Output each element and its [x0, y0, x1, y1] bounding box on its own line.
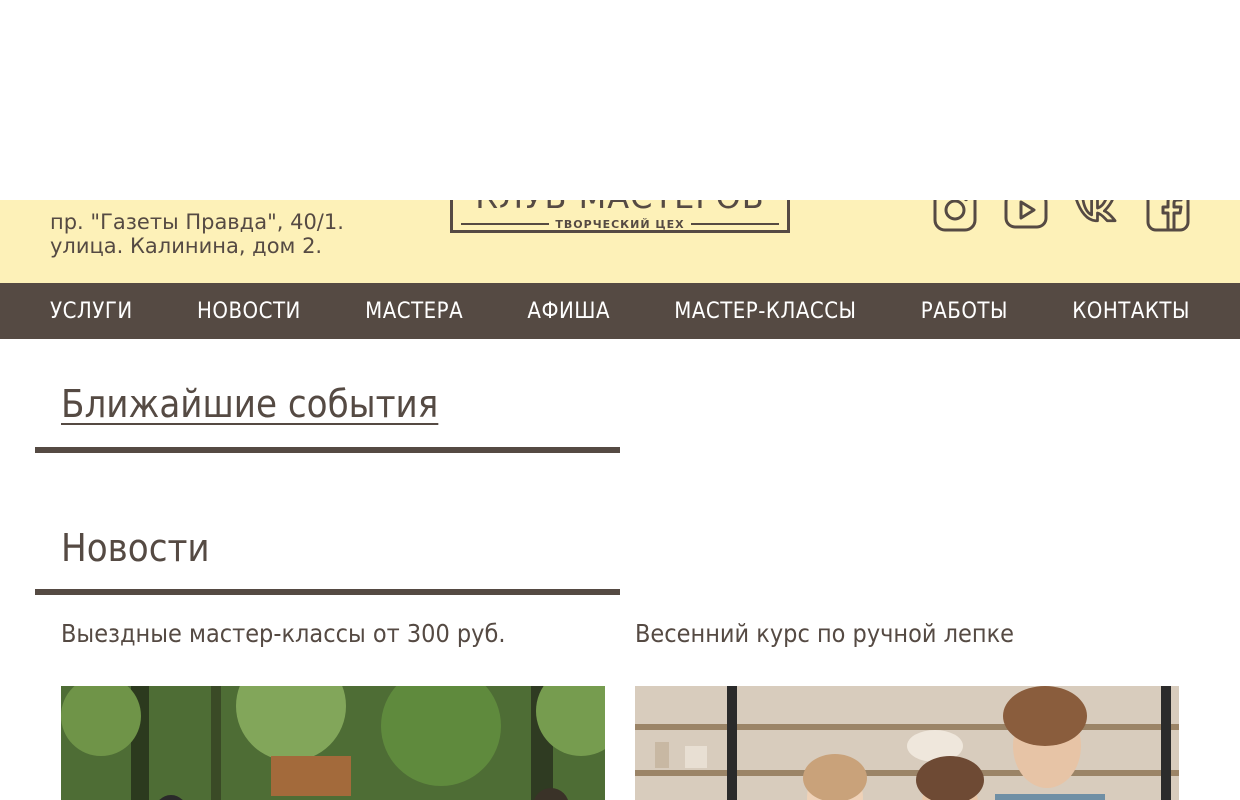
top-blank-area [0, 0, 1240, 200]
nav-item-news[interactable]: НОВОСТИ [197, 299, 301, 324]
news-section-header: Новости [35, 526, 620, 595]
main-nav: УСЛУГИ НОВОСТИ МАСТЕРА АФИША МАСТЕР-КЛАС… [0, 283, 1240, 339]
nav-item-services[interactable]: УСЛУГИ [50, 299, 133, 324]
news-card[interactable]: Весенний курс по ручной лепке [635, 612, 1179, 800]
news-card-title[interactable]: Выездные мастер-классы от 300 руб. [61, 612, 605, 656]
nav-item-masters[interactable]: МАСТЕРА [365, 299, 463, 324]
address-block: пр. "Газеты Правда", 40/1. улица. Калини… [50, 210, 344, 258]
nav-item-events[interactable]: АФИША [527, 299, 610, 324]
events-section-header: Ближайшие события [35, 382, 620, 453]
address-line-1: пр. "Газеты Правда", 40/1. [50, 210, 344, 234]
nav-item-works[interactable]: РАБОТЫ [921, 299, 1008, 324]
logo-subtitle: ТВОРЧЕСКИЙ ЦЕХ [555, 217, 685, 231]
events-title-link[interactable]: Ближайшие события [35, 382, 620, 426]
nav-item-master-classes[interactable]: МАСТЕР-КЛАССЫ [674, 299, 856, 324]
news-title: Новости [61, 526, 210, 570]
nav-item-contacts[interactable]: КОНТАКТЫ [1072, 299, 1190, 324]
news-card-title[interactable]: Весенний курс по ручной лепке [635, 612, 1179, 656]
news-card-image[interactable] [635, 686, 1179, 800]
address-line-2: улица. Калинина, дом 2. [50, 234, 323, 258]
news-card[interactable]: Выездные мастер-классы от 300 руб. [61, 612, 605, 800]
news-card-image[interactable] [61, 686, 605, 800]
